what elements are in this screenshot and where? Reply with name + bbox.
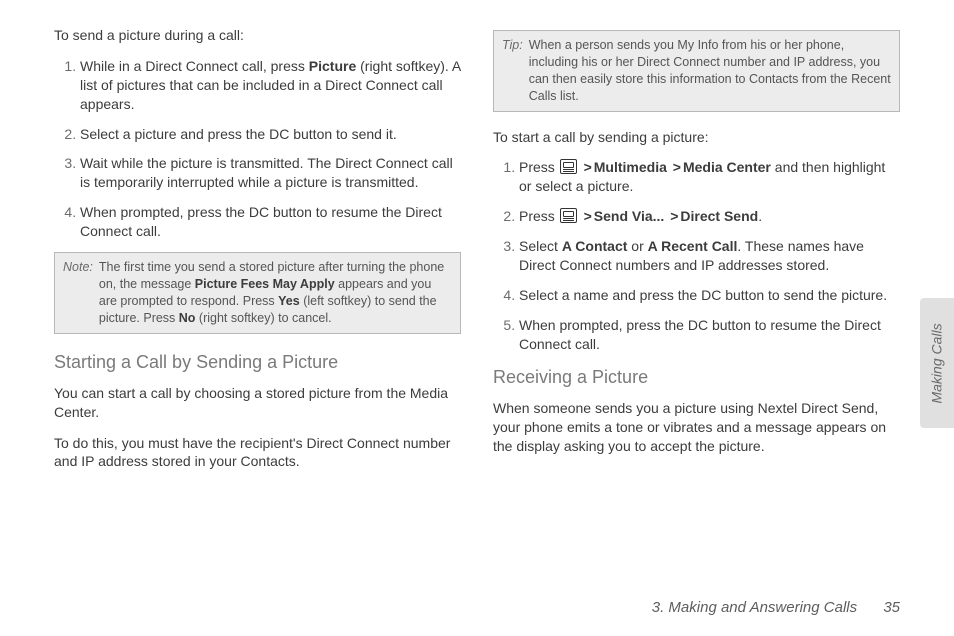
body-text: To do this, you must have the recipient'… bbox=[54, 434, 461, 472]
gt-separator: > bbox=[584, 159, 592, 175]
step-text: or bbox=[627, 238, 647, 254]
bold-text: A Recent Call bbox=[648, 238, 738, 254]
list-item: Select a picture and press the DC button… bbox=[80, 125, 461, 144]
right-column: Tip: When a person sends you My Info fro… bbox=[493, 26, 900, 483]
footer-page-number: 35 bbox=[883, 599, 900, 616]
list-item: Wait while the picture is transmitted. T… bbox=[80, 154, 461, 192]
bold-text: Yes bbox=[278, 294, 300, 308]
note-text: (right softkey) to cancel. bbox=[195, 311, 331, 325]
heading-receiving-picture: Receiving a Picture bbox=[493, 365, 900, 389]
heading-starting-call: Starting a Call by Sending a Picture bbox=[54, 350, 461, 374]
note-box: Note: The first time you send a stored p… bbox=[54, 252, 461, 334]
footer-chapter-title: 3. Making and Answering Calls bbox=[652, 599, 857, 616]
step-text: . bbox=[758, 208, 762, 224]
gt-separator: > bbox=[584, 208, 592, 224]
list-item: Press >Send Via... >Direct Send. bbox=[519, 207, 900, 226]
step-text: Press bbox=[519, 159, 559, 175]
gt-separator: > bbox=[673, 159, 681, 175]
list-item: When prompted, press the DC button to re… bbox=[80, 203, 461, 241]
bold-text: Picture bbox=[309, 58, 356, 74]
body-text: When someone sends you a picture using N… bbox=[493, 399, 900, 456]
right-steps: Press >Multimedia >Media Center and then… bbox=[493, 158, 900, 353]
section-tab: Making Calls bbox=[920, 298, 954, 428]
list-item: Select A Contact or A Recent Call. These… bbox=[519, 237, 900, 275]
bold-text: Picture Fees May Apply bbox=[195, 277, 335, 291]
left-steps: While in a Direct Connect call, press Pi… bbox=[54, 57, 461, 241]
bold-text: Send Via... bbox=[594, 208, 665, 224]
bold-text: No bbox=[179, 311, 196, 325]
manual-page: To send a picture during a call: While i… bbox=[0, 0, 954, 503]
note-body: The first time you send a stored picture… bbox=[99, 259, 452, 327]
step-text: While in a Direct Connect call, press bbox=[80, 58, 309, 74]
step-text: Press bbox=[519, 208, 559, 224]
tip-body: When a person sends you My Info from his… bbox=[529, 37, 891, 105]
right-intro: To start a call by sending a picture: bbox=[493, 128, 900, 147]
page-footer: 3. Making and Answering Calls 35 bbox=[652, 598, 900, 618]
bold-text: A Contact bbox=[562, 238, 628, 254]
tip-box: Tip: When a person sends you My Info fro… bbox=[493, 30, 900, 112]
tip-label: Tip: bbox=[502, 37, 523, 105]
gt-separator: > bbox=[670, 208, 678, 224]
step-text: Select bbox=[519, 238, 562, 254]
bold-text: Multimedia bbox=[594, 159, 667, 175]
section-tab-label: Making Calls bbox=[928, 323, 947, 403]
list-item: While in a Direct Connect call, press Pi… bbox=[80, 57, 461, 114]
left-column: To send a picture during a call: While i… bbox=[54, 26, 461, 483]
list-item: Select a name and press the DC button to… bbox=[519, 286, 900, 305]
list-item: Press >Multimedia >Media Center and then… bbox=[519, 158, 900, 196]
list-item: When prompted, press the DC button to re… bbox=[519, 316, 900, 354]
bold-text: Media Center bbox=[683, 159, 771, 175]
note-label: Note: bbox=[63, 259, 93, 327]
body-text: You can start a call by choosing a store… bbox=[54, 384, 461, 422]
menu-icon bbox=[560, 208, 577, 223]
menu-icon bbox=[560, 159, 577, 174]
left-intro: To send a picture during a call: bbox=[54, 26, 461, 45]
bold-text: Direct Send bbox=[680, 208, 758, 224]
